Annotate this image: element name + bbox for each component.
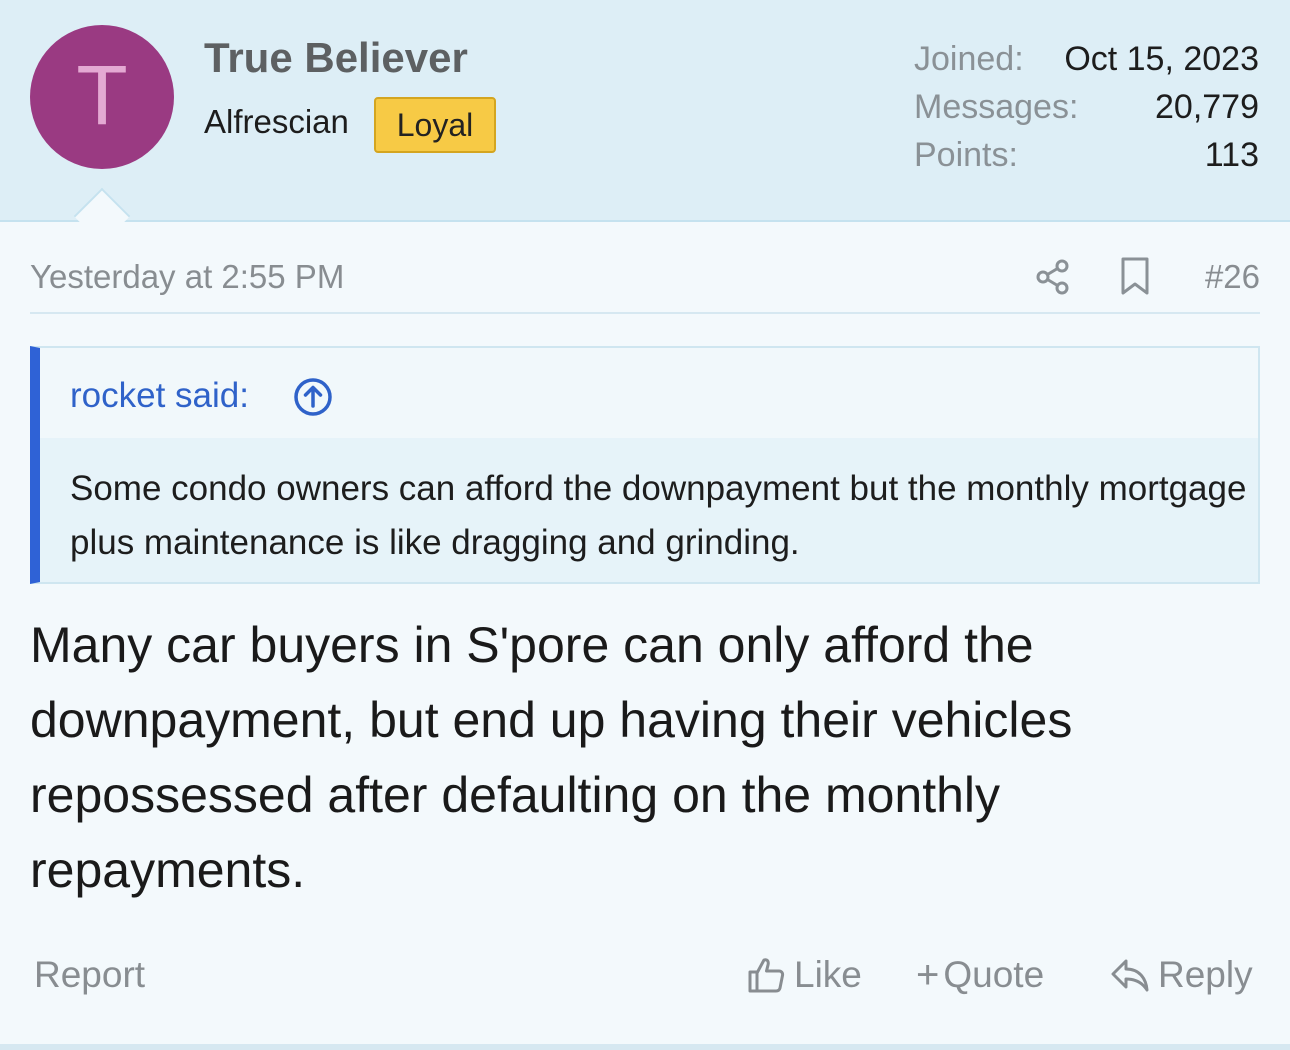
reply-arrow-icon bbox=[1111, 959, 1149, 992]
like-label: Like bbox=[794, 954, 862, 995]
plus-icon: + bbox=[916, 953, 940, 997]
stat-value[interactable]: 20,779 bbox=[1155, 84, 1259, 132]
report-link[interactable]: Report bbox=[34, 954, 145, 996]
like-button[interactable]: Like bbox=[746, 954, 862, 996]
reply-button[interactable]: Reply bbox=[1110, 954, 1253, 996]
quote-header: rocket said: bbox=[40, 348, 1258, 438]
arrow-up-circle-icon[interactable] bbox=[292, 376, 334, 418]
stat-value: Oct 15, 2023 bbox=[1064, 40, 1259, 78]
thumbs-up-icon bbox=[748, 958, 785, 993]
user-title: Alfrescian bbox=[204, 103, 349, 140]
share-icon[interactable] bbox=[1034, 258, 1072, 296]
avatar-letter: T bbox=[76, 48, 128, 142]
stat-label: Messages: bbox=[914, 88, 1079, 126]
stat-joined: Joined: Oct 15, 2023 bbox=[914, 36, 1259, 84]
stat-value[interactable]: 113 bbox=[1205, 132, 1259, 180]
bookmark-icon[interactable] bbox=[1118, 256, 1152, 296]
quote-author-link[interactable]: rocket said: bbox=[70, 376, 249, 416]
user-header: T True Believer Alfrescian Loyal Joined:… bbox=[0, 0, 1290, 222]
post-date-link[interactable]: Yesterday at 2:55 PM bbox=[30, 258, 344, 296]
post-meta-bar: Yesterday at 2:55 PM #26 bbox=[30, 252, 1260, 314]
quote-body: Some condo owners can afford the downpay… bbox=[70, 469, 1247, 562]
message-body: Many car buyers in S'pore can only affor… bbox=[30, 617, 1073, 898]
stat-label: Joined: bbox=[914, 40, 1024, 78]
post-number-link[interactable]: #26 bbox=[1205, 258, 1260, 296]
stat-label: Points: bbox=[914, 136, 1018, 174]
avatar[interactable]: T bbox=[30, 25, 174, 169]
post-actions-bar: Report Like + Quote Reply bbox=[30, 950, 1260, 1006]
username-link[interactable]: True Believer bbox=[204, 34, 468, 81]
quote-button[interactable]: + Quote bbox=[916, 954, 1044, 996]
user-stats: Joined: Oct 15, 2023 Messages: 20,779 Po… bbox=[914, 36, 1259, 180]
user-banner-badge: Loyal bbox=[374, 97, 496, 153]
quote-label: Quote bbox=[943, 954, 1045, 995]
bottom-divider bbox=[0, 1044, 1290, 1050]
stat-messages: Messages: 20,779 bbox=[914, 84, 1259, 132]
stat-points: Points: 113 bbox=[914, 132, 1259, 180]
reply-label: Reply bbox=[1158, 954, 1253, 995]
quote-block: rocket said: Some condo owners can affor… bbox=[30, 346, 1260, 584]
